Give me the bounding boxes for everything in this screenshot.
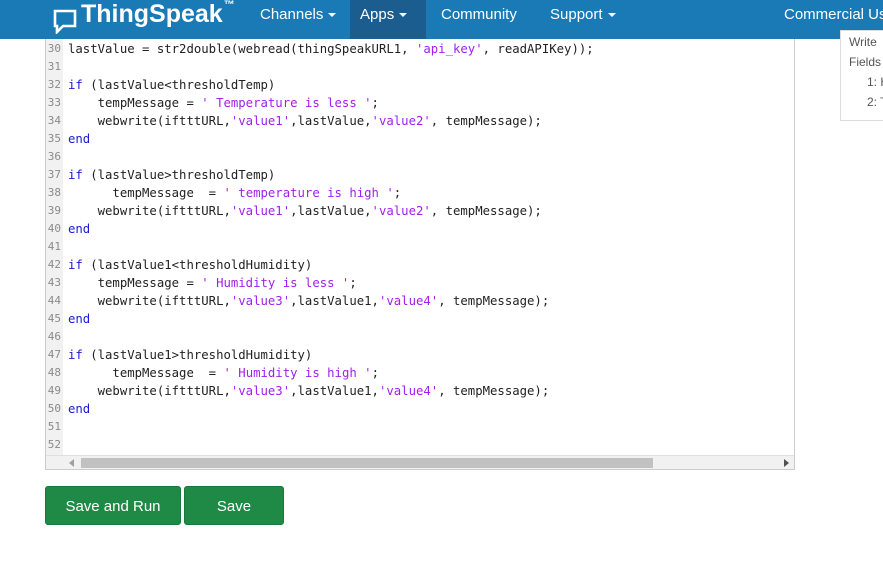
line-number: 34 bbox=[47, 114, 61, 127]
line-number: 49 bbox=[47, 384, 61, 397]
code-text: webwrite(iftttURL,'value3',lastValue1,'v… bbox=[68, 294, 550, 308]
line-number: 43 bbox=[47, 276, 61, 289]
code-text: webwrite(iftttURL,'value3',lastValue1,'v… bbox=[68, 384, 550, 398]
field-1-label: 1: H bbox=[867, 75, 883, 89]
line-number: 52 bbox=[47, 438, 61, 451]
line-number: 33 bbox=[47, 96, 61, 109]
line-number: 51 bbox=[47, 420, 61, 433]
scroll-left-icon[interactable] bbox=[69, 459, 74, 467]
line-number: 48 bbox=[47, 366, 61, 379]
code-text: lastValue = str2double(webread(thingSpea… bbox=[68, 42, 594, 56]
line-number: 38 bbox=[47, 186, 61, 199]
nav-apps[interactable]: Apps bbox=[350, 0, 426, 39]
line-number: 35 bbox=[47, 132, 61, 145]
code-text: tempMessage = ' Temperature is less '; bbox=[68, 96, 379, 110]
field-2-label: 2: T bbox=[867, 95, 883, 109]
write-label: Write bbox=[849, 35, 877, 49]
line-number: 39 bbox=[47, 204, 61, 217]
code-text: webwrite(iftttURL,'value1',lastValue,'va… bbox=[68, 114, 542, 128]
code-text: end bbox=[68, 312, 91, 326]
chevron-down-icon bbox=[607, 13, 616, 18]
top-navbar: ThingSpeak™ Channels Apps Community Supp… bbox=[0, 0, 883, 39]
line-number: 36 bbox=[47, 150, 61, 163]
horizontal-scrollbar[interactable] bbox=[46, 455, 794, 469]
line-number: 47 bbox=[47, 348, 61, 361]
line-number: 40 bbox=[47, 222, 61, 235]
line-number: 32 bbox=[47, 78, 61, 91]
line-number: 42 bbox=[47, 258, 61, 271]
scrollbar-thumb[interactable] bbox=[81, 458, 653, 468]
code-editor[interactable]: 30 lastValue = str2double(webread(thingSp… bbox=[45, 39, 795, 470]
fields-label: Fields bbox=[849, 55, 882, 69]
code-text: if (lastValue1>thresholdHumidity) bbox=[68, 348, 313, 362]
save-button[interactable]: Save bbox=[184, 486, 284, 525]
line-number: 37 bbox=[47, 168, 61, 181]
line-number: 44 bbox=[47, 294, 61, 307]
code-text: end bbox=[68, 222, 91, 236]
nav-community[interactable]: Community bbox=[431, 0, 527, 39]
line-number: 31 bbox=[47, 60, 61, 73]
code-text: if (lastValue1<thresholdHumidity) bbox=[68, 258, 313, 272]
chevron-down-icon bbox=[399, 13, 408, 18]
chevron-down-icon bbox=[328, 13, 337, 18]
code-text: webwrite(iftttURL,'value1',lastValue,'va… bbox=[68, 204, 542, 218]
line-number: 41 bbox=[47, 240, 61, 253]
code-text: tempMessage = ' temperature is high '; bbox=[68, 186, 402, 200]
save-and-run-button[interactable]: Save and Run bbox=[45, 486, 181, 525]
channel-info-panel: Write Fields 1: H 2: T bbox=[840, 30, 883, 121]
scroll-right-icon[interactable] bbox=[784, 459, 789, 467]
brand-logo[interactable]: ThingSpeak™ bbox=[52, 0, 235, 39]
code-text: end bbox=[68, 132, 91, 146]
line-number: 50 bbox=[47, 402, 61, 415]
line-number: 30 bbox=[47, 42, 61, 55]
line-number: 46 bbox=[47, 330, 61, 343]
chat-bubble-icon bbox=[53, 9, 77, 34]
code-text: tempMessage = ' Humidity is high '; bbox=[68, 366, 379, 380]
code-text: if (lastValue<thresholdTemp) bbox=[68, 78, 276, 92]
line-number: 45 bbox=[47, 312, 61, 325]
code-text: tempMessage = ' Humidity is less '; bbox=[68, 276, 357, 290]
nav-channels[interactable]: Channels bbox=[250, 0, 346, 39]
nav-support[interactable]: Support bbox=[540, 0, 626, 39]
code-text: end bbox=[68, 402, 91, 416]
brand-name: ThingSpeak™ bbox=[81, 0, 235, 28]
code-text: if (lastValue>thresholdTemp) bbox=[68, 168, 276, 182]
